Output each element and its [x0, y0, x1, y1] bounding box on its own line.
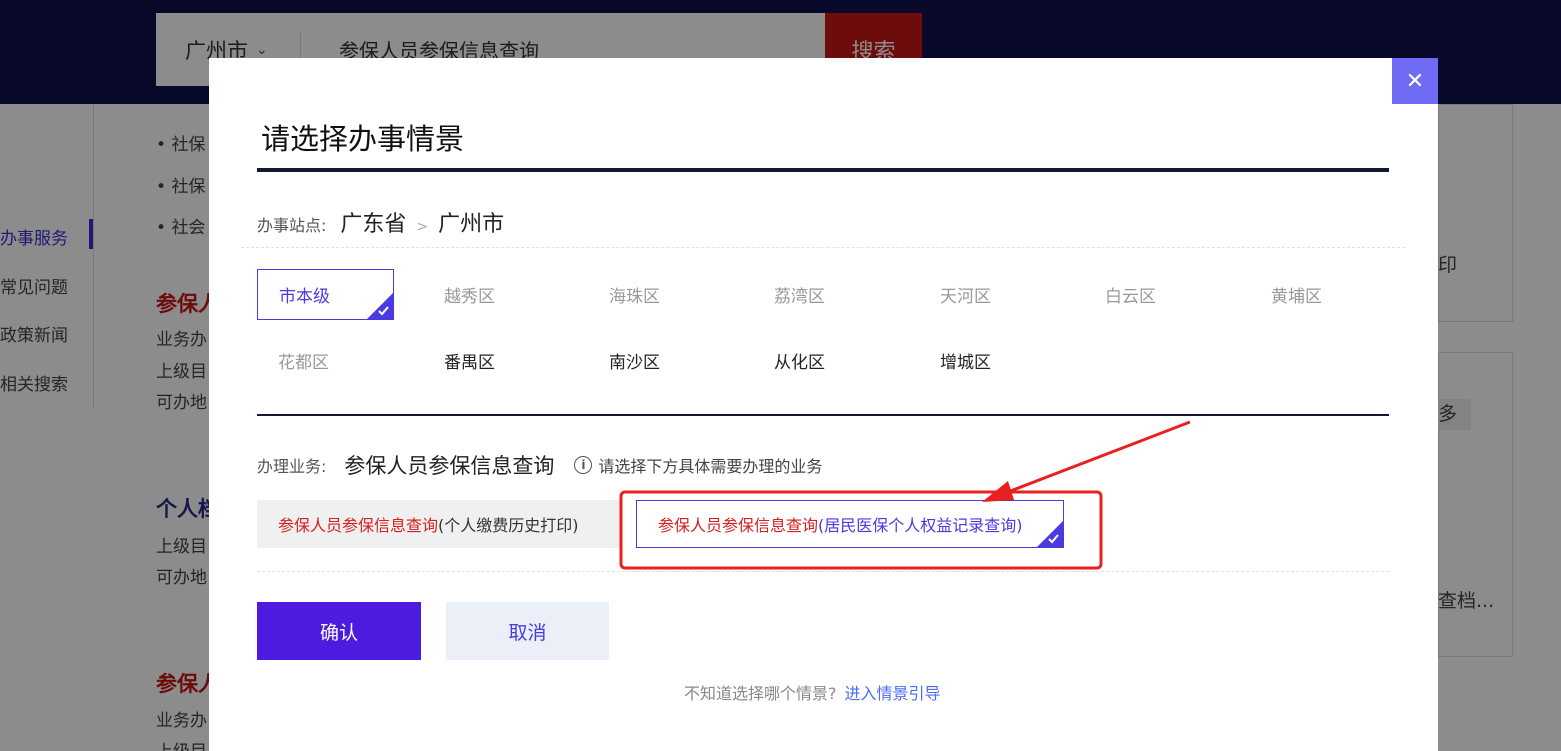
- dashed-divider: [257, 571, 1389, 572]
- info-icon: i: [574, 456, 593, 474]
- district-label: 白云区: [1105, 287, 1156, 307]
- footer-hint: 不知道选择哪个情景? 进入情景引导: [684, 680, 941, 704]
- site-row: 办事站点: 广东省 > 广州市: [257, 206, 504, 238]
- district-label: 海珠区: [609, 287, 660, 307]
- district-option: 天河区: [919, 269, 1056, 320]
- option-main-text: 参保人员参保信息查询: [278, 516, 439, 535]
- option-sub-text: (居民医保个人权益记录查询): [818, 516, 1023, 535]
- business-name: 参保人员参保信息查询: [344, 454, 555, 478]
- district-option[interactable]: 增城区: [919, 335, 1056, 386]
- district-label: 南沙区: [609, 353, 660, 373]
- district-option: 黄埔区: [1250, 269, 1387, 320]
- district-label: 荔湾区: [774, 287, 825, 307]
- district-label: 越秀区: [444, 287, 495, 307]
- business-hint: 请选择下方具体需要办理的业务: [598, 457, 823, 476]
- option-main-text: 参保人员参保信息查询: [658, 516, 819, 535]
- district-option[interactable]: 南沙区: [588, 335, 725, 386]
- district-option[interactable]: 番禺区: [423, 335, 560, 386]
- business-option-medical-rights[interactable]: 参保人员参保信息查询 (居民医保个人权益记录查询): [636, 500, 1064, 548]
- district-option: 白云区: [1084, 269, 1221, 320]
- district-option: 荔湾区: [753, 269, 890, 320]
- modal-title: 请选择办事情景: [261, 122, 465, 156]
- business-option-print-history[interactable]: 参保人员参保信息查询 (个人缴费历史打印): [257, 500, 621, 548]
- district-option[interactable]: 从化区: [753, 335, 890, 386]
- close-icon[interactable]: ✕: [1392, 58, 1438, 104]
- site-label: 办事站点:: [257, 216, 327, 235]
- district-label: 从化区: [774, 353, 825, 373]
- district-label: 黄埔区: [1271, 287, 1322, 307]
- district-label: 番禺区: [444, 353, 495, 373]
- site-city[interactable]: 广州市: [438, 206, 504, 238]
- breadcrumb-separator: >: [416, 219, 429, 235]
- district-option: 越秀区: [423, 269, 560, 320]
- dashed-divider: [241, 247, 1405, 248]
- footer-question: 不知道选择哪个情景?: [684, 684, 837, 703]
- title-divider: [257, 168, 1389, 172]
- site-province[interactable]: 广东省: [340, 206, 406, 238]
- selected-check-icon: [367, 293, 393, 319]
- district-label: 天河区: [940, 287, 991, 307]
- district-label: 市本级: [279, 287, 330, 307]
- scenario-guide-link[interactable]: 进入情景引导: [845, 684, 941, 703]
- business-row: 办理业务: 参保人员参保信息查询 i 请选择下方具体需要办理的业务: [257, 450, 822, 480]
- district-option: 海珠区: [588, 269, 725, 320]
- district-label: 增城区: [940, 353, 991, 373]
- selected-check-icon: [1037, 521, 1063, 547]
- business-label: 办理业务:: [257, 457, 327, 476]
- district-option: 花都区: [257, 335, 394, 386]
- option-sub-text: (个人缴费历史打印): [438, 516, 579, 535]
- scenario-modal: 请选择办事情景 办事站点: 广东省 > 广州市 市本级 越秀区 海珠区 荔湾区 天河区 白…: [209, 58, 1438, 751]
- section-divider: [257, 414, 1389, 416]
- district-option[interactable]: 市本级: [257, 269, 394, 320]
- confirm-button[interactable]: 确认: [257, 602, 421, 660]
- cancel-button[interactable]: 取消: [446, 602, 609, 660]
- district-label: 花都区: [278, 353, 329, 373]
